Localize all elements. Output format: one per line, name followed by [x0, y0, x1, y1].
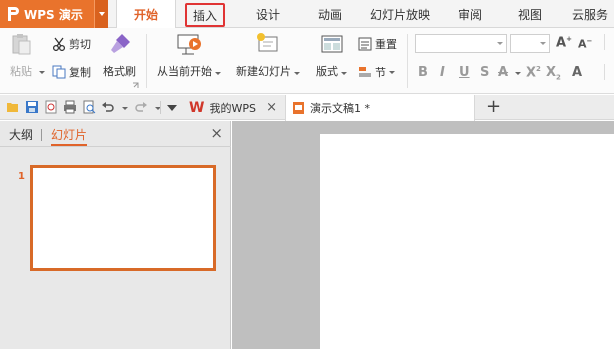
reset-button[interactable]: 重置	[358, 36, 397, 52]
close-panel-icon[interactable]: ×	[210, 124, 223, 142]
tab-insert[interactable]: 插入	[185, 3, 225, 27]
font-name-select[interactable]	[415, 34, 507, 53]
reset-icon	[358, 37, 372, 51]
bold-icon[interactable]: B	[418, 65, 428, 80]
paste-button[interactable]: 粘贴	[10, 32, 32, 79]
panel-tab-divider	[41, 129, 42, 141]
tab-design[interactable]: 设计	[248, 0, 288, 28]
new-tab-plus-icon[interactable]: +	[486, 96, 501, 117]
tab-review[interactable]: 审阅	[450, 0, 490, 28]
clear-format-icon[interactable]: A	[572, 65, 582, 80]
slideshow-play-icon	[177, 34, 201, 55]
app-menu-dropdown[interactable]	[94, 0, 108, 28]
ribbon-separator	[146, 34, 147, 88]
underline-icon[interactable]: U	[459, 65, 470, 80]
export-pdf-icon[interactable]	[44, 100, 58, 114]
print-preview-icon[interactable]	[82, 100, 96, 114]
chevron-down-icon	[98, 12, 105, 16]
chevron-down-icon	[537, 35, 549, 52]
paste-label: 粘贴	[10, 65, 32, 78]
tab-slideshow[interactable]: 幻灯片放映	[366, 0, 434, 28]
tab-outline[interactable]: 大纲	[9, 126, 33, 143]
current-slide[interactable]	[320, 134, 614, 349]
font-size-select[interactable]	[510, 34, 550, 53]
slide-number: 1	[18, 171, 25, 182]
tab-home[interactable]: 开始	[116, 0, 176, 29]
new-slide-icon	[257, 33, 278, 52]
cut-button[interactable]: 剪切	[52, 36, 91, 52]
copy-button[interactable]: 复制	[52, 64, 91, 80]
undo-icon[interactable]	[101, 100, 115, 114]
slides-panel: 大纲 幻灯片 × 1	[0, 121, 231, 349]
play-from-current-button[interactable]: 从当前开始	[157, 32, 221, 79]
tab-cloud-service[interactable]: 云服务	[566, 0, 614, 28]
open-folder-icon[interactable]	[6, 100, 20, 114]
editing-canvas	[232, 121, 614, 349]
paste-icon	[12, 34, 31, 55]
wps-w-icon: W	[189, 99, 205, 116]
chevron-down-icon	[494, 35, 506, 52]
paste-dropdown-icon[interactable]	[39, 71, 45, 74]
section-icon	[359, 67, 371, 77]
tab-my-wps-label: 我的WPS	[209, 101, 256, 115]
cut-label: 剪切	[69, 38, 91, 51]
ribbon-toolbar: 粘贴 剪切 复制 格式刷 从当前开始 新建幻灯片 版式 重置 节 A+ A− B…	[0, 28, 614, 94]
tab-presentation-label: 演示文稿1 *	[310, 102, 370, 115]
save-icon[interactable]	[25, 100, 39, 114]
copy-icon	[52, 65, 66, 79]
section-button[interactable]: 节	[358, 64, 395, 80]
subscript-icon[interactable]: X2	[546, 65, 561, 82]
ribbon-separator	[604, 34, 612, 50]
section-label: 节	[375, 66, 386, 79]
document-tab-bar: W 我的WPS × 演示文稿1 * +	[0, 95, 614, 121]
redo-icon[interactable]	[134, 100, 148, 114]
panel-header: 大纲 幻灯片 ×	[0, 121, 231, 147]
shadow-icon[interactable]: S	[480, 65, 489, 80]
presentation-file-icon	[293, 102, 304, 114]
tab-view[interactable]: 视图	[510, 0, 550, 28]
format-painter-button[interactable]: 格式刷	[103, 32, 136, 79]
strikethrough-icon[interactable]: A	[498, 65, 508, 80]
copy-label: 复制	[69, 66, 91, 79]
close-icon[interactable]: ×	[266, 100, 277, 115]
wps-logo-icon	[8, 7, 19, 21]
format-painter-label: 格式刷	[103, 65, 136, 78]
toolbar-separator	[160, 101, 161, 114]
reset-label: 重置	[375, 38, 397, 51]
layout-button[interactable]: 版式	[316, 32, 347, 79]
scissors-icon	[52, 37, 66, 51]
app-name: WPS 演示	[24, 7, 83, 22]
dialog-launcher-icon[interactable]	[132, 82, 139, 89]
decrease-font-icon[interactable]: A−	[578, 37, 592, 51]
chevron-down-icon[interactable]	[515, 72, 521, 75]
tab-list-dropdown-icon[interactable]	[167, 105, 177, 111]
play-from-current-label: 从当前开始	[157, 63, 221, 79]
undo-dropdown-icon[interactable]	[122, 107, 128, 110]
slide-thumbnail[interactable]	[30, 165, 216, 271]
italic-icon[interactable]: I	[440, 65, 445, 80]
menu-tab-bar: WPS 演示 开始 插入 设计 动画 幻灯片放映 审阅 视图 云服务	[0, 0, 614, 29]
tab-presentation-1[interactable]: 演示文稿1 *	[285, 95, 475, 121]
print-icon[interactable]	[63, 100, 77, 114]
tab-my-wps[interactable]: W 我的WPS ×	[183, 95, 283, 120]
new-slide-button[interactable]: 新建幻灯片	[236, 32, 300, 79]
ribbon-separator	[407, 34, 408, 88]
tab-animation[interactable]: 动画	[310, 0, 350, 28]
new-slide-label: 新建幻灯片	[236, 63, 300, 79]
app-menu-button[interactable]: WPS 演示	[0, 0, 108, 28]
increase-font-icon[interactable]: A+	[556, 35, 572, 50]
layout-label: 版式	[316, 63, 347, 79]
tab-slides[interactable]: 幻灯片	[51, 126, 88, 146]
layout-icon	[321, 35, 342, 53]
ribbon-separator	[604, 64, 612, 80]
format-painter-icon	[110, 34, 130, 53]
superscript-icon[interactable]: X2	[526, 65, 541, 80]
